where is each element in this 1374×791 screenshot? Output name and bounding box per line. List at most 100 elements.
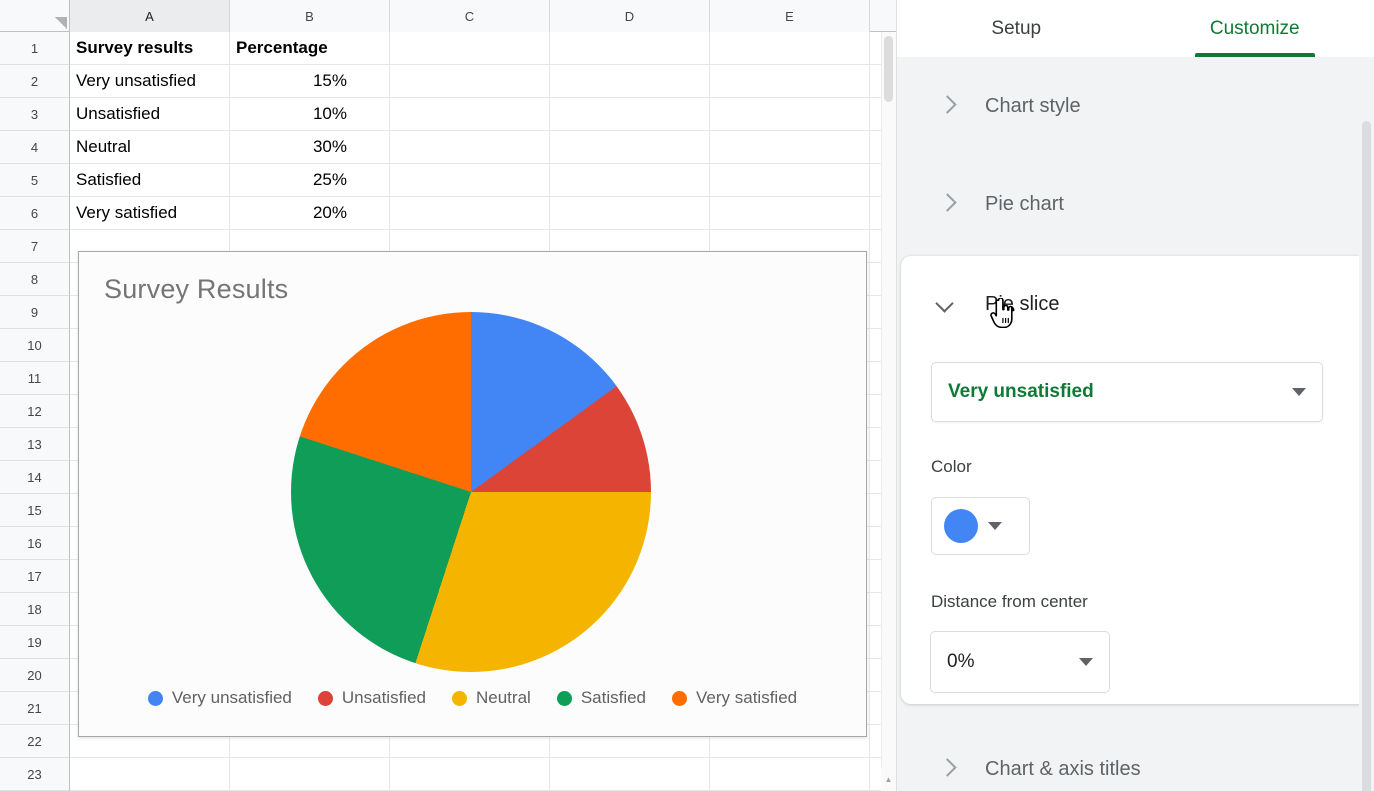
cell-D5[interactable]: [550, 164, 710, 196]
row-header-15[interactable]: 15: [0, 494, 70, 527]
cell-C5[interactable]: [390, 164, 550, 196]
slice-color-picker[interactable]: [931, 497, 1030, 555]
column-header-a[interactable]: A: [70, 0, 230, 32]
row-header-18[interactable]: 18: [0, 593, 70, 626]
cell-D2[interactable]: [550, 65, 710, 97]
cell-E6[interactable]: [710, 197, 870, 229]
chevron-right-icon: [935, 191, 961, 217]
cell-D3[interactable]: [550, 98, 710, 130]
scroll-down-arrow-icon[interactable]: ▲: [881, 768, 896, 791]
chevron-right-icon: [935, 93, 961, 119]
cell-A2[interactable]: Very unsatisfied: [70, 65, 230, 97]
legend-label: Very unsatisfied: [172, 688, 292, 708]
row-header-11[interactable]: 11: [0, 362, 70, 395]
legend-item[interactable]: Satisfied: [557, 688, 646, 708]
row-header-20[interactable]: 20: [0, 659, 70, 692]
row-header-5[interactable]: 5: [0, 164, 70, 197]
legend-item[interactable]: Very unsatisfied: [148, 688, 292, 708]
cell-C2[interactable]: [390, 65, 550, 97]
column-header-e[interactable]: E: [710, 0, 870, 32]
section-pie-chart[interactable]: Pie chart: [897, 155, 1374, 253]
row-header-16[interactable]: 16: [0, 527, 70, 560]
section-pie-chart-label: Pie chart: [985, 193, 1064, 216]
pie-chart[interactable]: [291, 312, 651, 672]
legend-label: Unsatisfied: [342, 688, 426, 708]
cell-E5[interactable]: [710, 164, 870, 196]
chart-legend: Very unsatisfied Unsatisfied Neutral Satisf…: [79, 688, 866, 708]
row-header-14[interactable]: 14: [0, 461, 70, 494]
column-header-b[interactable]: B: [230, 0, 390, 32]
cell-E3[interactable]: [710, 98, 870, 130]
cell-B2[interactable]: 15%: [230, 65, 390, 97]
cell-E2[interactable]: [710, 65, 870, 97]
legend-item[interactable]: Unsatisfied: [318, 688, 426, 708]
column-header-d[interactable]: D: [550, 0, 710, 32]
chevron-down-icon: [988, 522, 1002, 530]
cell-E4[interactable]: [710, 131, 870, 163]
section-chart-style[interactable]: Chart style: [897, 57, 1374, 155]
sheet-vertical-scrollbar-thumb[interactable]: [884, 36, 893, 102]
tab-customize[interactable]: Customize: [1136, 0, 1374, 57]
sheet-vertical-scrollbar-track[interactable]: [881, 32, 896, 768]
cell-B1[interactable]: Percentage: [230, 32, 390, 64]
cell-C3[interactable]: [390, 98, 550, 130]
cell-D4[interactable]: [550, 131, 710, 163]
section-chart-and-axis-titles[interactable]: Chart & axis titles: [897, 719, 1374, 791]
row-header-19[interactable]: 19: [0, 626, 70, 659]
row-header-22[interactable]: 22: [0, 725, 70, 758]
distance-from-center-select[interactable]: 0%: [930, 631, 1110, 693]
sidebar-scrollbar-thumb[interactable]: [1362, 121, 1371, 791]
legend-color-dot: [148, 691, 163, 706]
column-header-c[interactable]: C: [390, 0, 550, 32]
tab-setup[interactable]: Setup: [897, 0, 1136, 57]
sidebar-tabs: Setup Customize: [897, 0, 1374, 57]
row-header-4[interactable]: 4: [0, 131, 70, 164]
cell-B23[interactable]: [230, 758, 390, 790]
cell-B5[interactable]: 25%: [230, 164, 390, 196]
cell-E1[interactable]: [710, 32, 870, 64]
chart-object[interactable]: Survey Results Very unsatisfiedUnsatisfi…: [78, 251, 867, 737]
pie-slice-select-value: Very unsatisfied: [948, 381, 1292, 403]
section-pie-slice-header[interactable]: Pie slice: [901, 256, 1371, 352]
cell-A1[interactable]: Survey results: [70, 32, 230, 64]
cell-A3[interactable]: Unsatisfied: [70, 98, 230, 130]
cell-C4[interactable]: [390, 131, 550, 163]
pie-slice-select[interactable]: Very unsatisfied: [931, 362, 1323, 422]
row-header-6[interactable]: 6: [0, 197, 70, 230]
cell-D6[interactable]: [550, 197, 710, 229]
row-header-3[interactable]: 3: [0, 98, 70, 131]
cell-D1[interactable]: [550, 32, 710, 64]
row-header-13[interactable]: 13: [0, 428, 70, 461]
cell-C23[interactable]: [390, 758, 550, 790]
row-header-17[interactable]: 17: [0, 560, 70, 593]
cell-B3[interactable]: 10%: [230, 98, 390, 130]
section-pie-slice-card: Pie slice Very unsatisfied Color Distanc…: [901, 256, 1371, 704]
row-header-8[interactable]: 8: [0, 263, 70, 296]
cell-A5[interactable]: Satisfied: [70, 164, 230, 196]
table-row: Survey resultsPercentage: [70, 32, 896, 65]
row-header-2[interactable]: 2: [0, 65, 70, 98]
row-header-23[interactable]: 23: [0, 758, 70, 791]
color-label: Color: [931, 457, 972, 477]
cell-D23[interactable]: [550, 758, 710, 790]
row-header-10[interactable]: 10: [0, 329, 70, 362]
row-header-1[interactable]: 1: [0, 32, 70, 65]
customize-panel: Chart style Pie chart Pie slice Very uns…: [897, 57, 1374, 791]
row-header-12[interactable]: 12: [0, 395, 70, 428]
legend-item[interactable]: Neutral: [452, 688, 531, 708]
cell-A4[interactable]: Neutral: [70, 131, 230, 163]
pie-slices[interactable]: [291, 312, 651, 672]
row-header-9[interactable]: 9: [0, 296, 70, 329]
cell-E23[interactable]: [710, 758, 870, 790]
cell-A23[interactable]: [70, 758, 230, 790]
row-header-21[interactable]: 21: [0, 692, 70, 725]
cell-B6[interactable]: 20%: [230, 197, 390, 229]
chart-editor-sidebar: Setup Customize Chart style Pie chart Pi…: [896, 0, 1374, 791]
cell-A6[interactable]: Very satisfied: [70, 197, 230, 229]
legend-item[interactable]: Very satisfied: [672, 688, 797, 708]
select-all-corner[interactable]: [0, 0, 70, 32]
cell-C1[interactable]: [390, 32, 550, 64]
cell-B4[interactable]: 30%: [230, 131, 390, 163]
cell-C6[interactable]: [390, 197, 550, 229]
row-header-7[interactable]: 7: [0, 230, 70, 263]
